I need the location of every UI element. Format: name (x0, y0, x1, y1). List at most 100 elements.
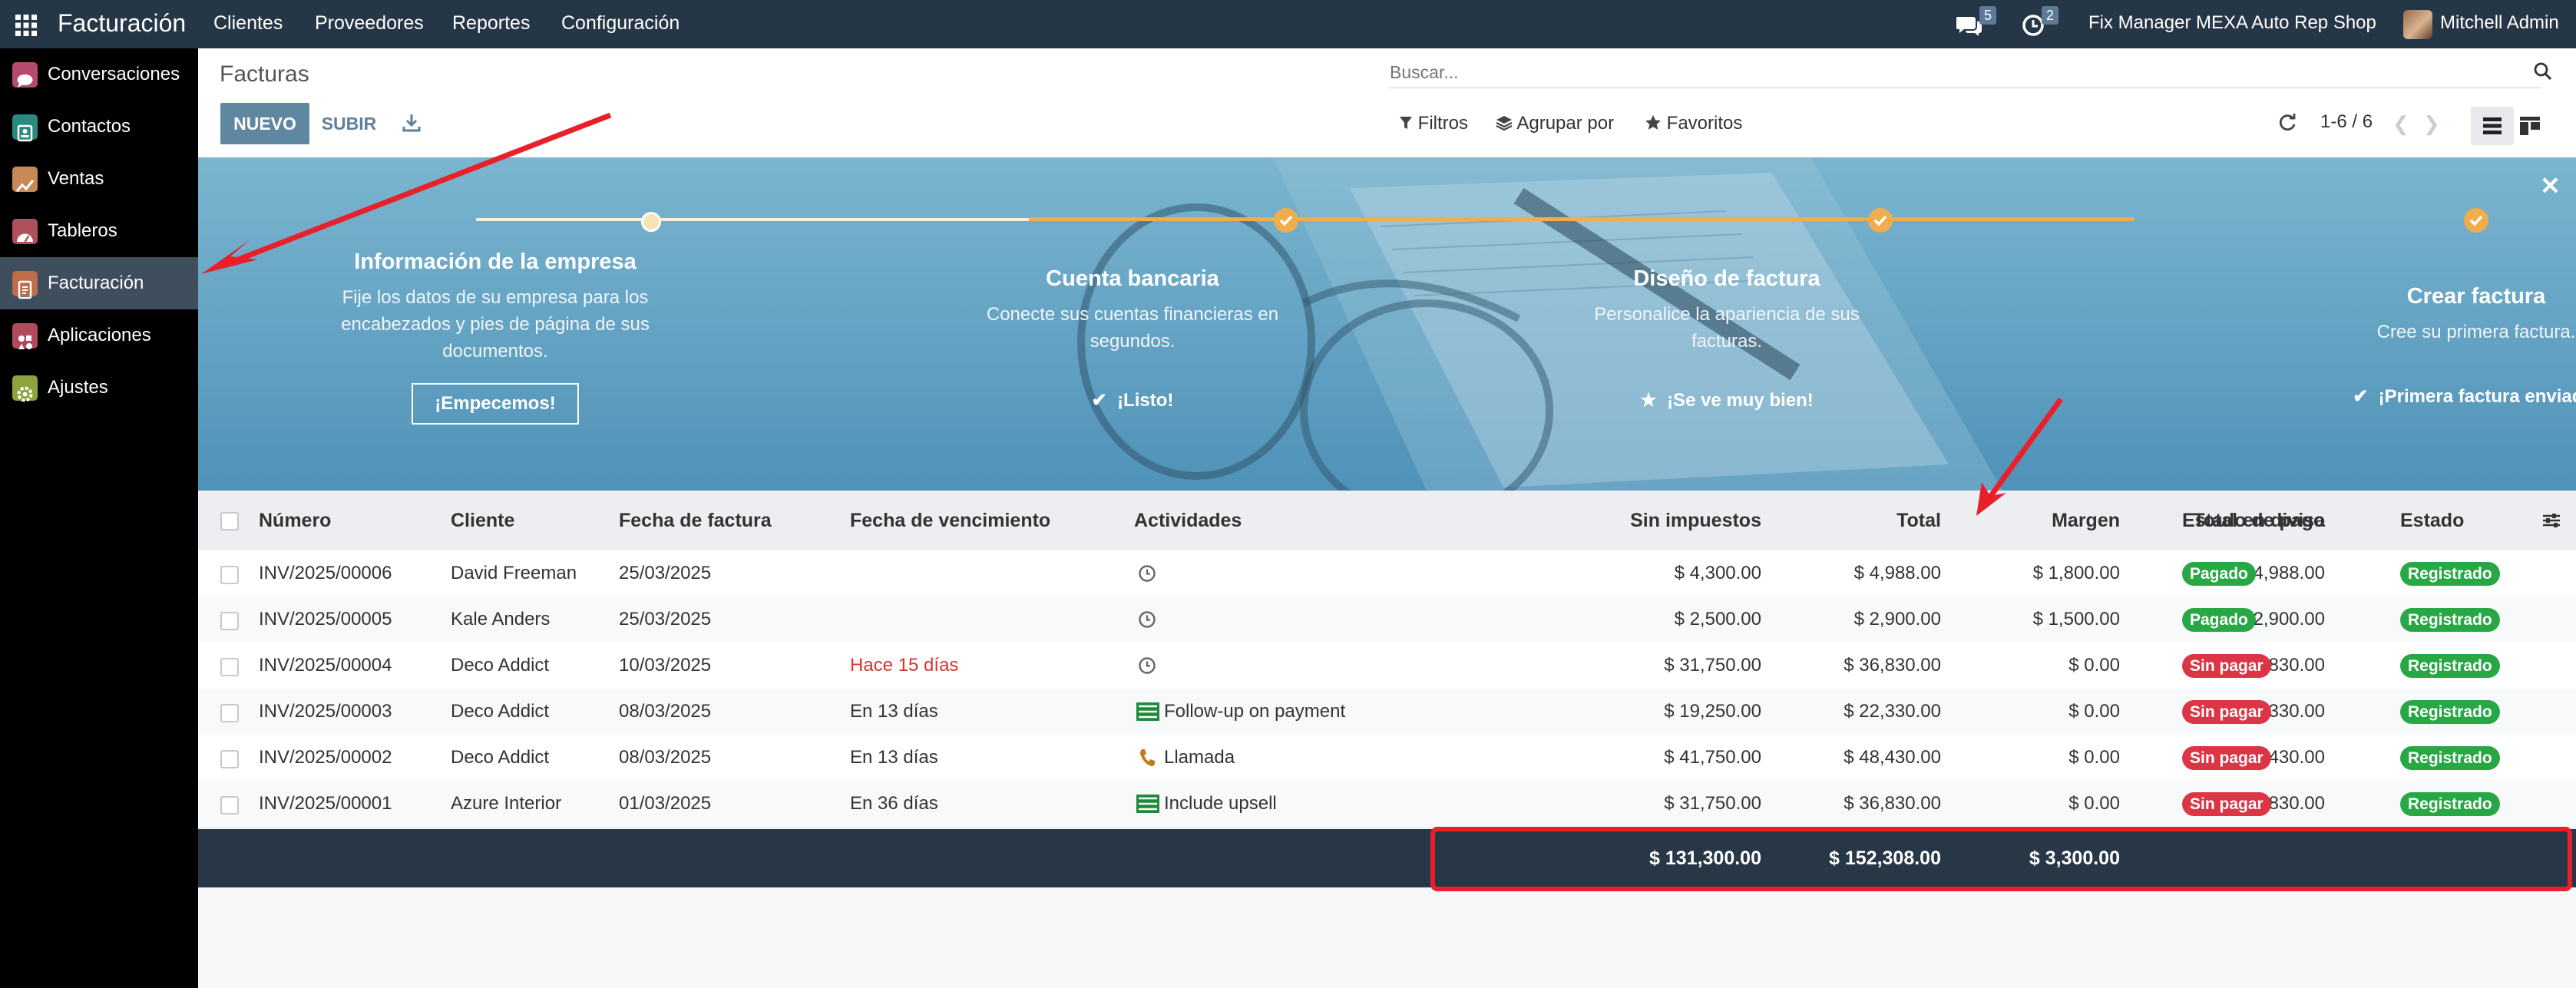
step-title-invoice: Crear factura (2406, 284, 2546, 309)
table-row[interactable]: INV/2025/00006 David Freeman 25/03/2025 $ 4… (198, 550, 2576, 597)
phone-icon[interactable] (1138, 748, 1156, 768)
refresh-icon[interactable] (2277, 112, 2297, 132)
select-all-checkbox[interactable] (220, 512, 239, 530)
cell-number: INV/2025/00004 (259, 655, 392, 676)
apps-grid-icon[interactable] (15, 15, 37, 36)
top-navbar: Facturación Clientes Proveedores Reporte… (0, 0, 2576, 48)
lets-start-button[interactable]: ¡Empecemos! (412, 383, 579, 425)
menu-configuracion[interactable]: Configuración (561, 0, 680, 48)
cell-margin: $ 0.00 (2068, 747, 2120, 768)
col-customer[interactable]: Cliente (451, 491, 514, 550)
sidebar-item-aplicaciones[interactable]: Aplicaciones (0, 309, 198, 362)
pager-value[interactable]: 1-6 / 6 (2320, 111, 2373, 133)
menu-reportes[interactable]: Reportes (452, 0, 530, 48)
col-invoice-date[interactable]: Fecha de factura (619, 491, 772, 550)
user-avatar[interactable] (2403, 10, 2432, 39)
sidebar-item-tableros[interactable]: Tableros (0, 205, 198, 257)
groupby-button[interactable]: Agrupar por (1496, 113, 1614, 134)
download-icon[interactable] (401, 112, 422, 134)
table-footer-totals: $ 131,300.00 $ 152,308.00 $ 3,300.00 (198, 829, 2576, 887)
row-checkbox[interactable] (220, 658, 239, 676)
row-checkbox[interactable] (220, 612, 239, 630)
favorites-label: Favoritos (1666, 113, 1743, 134)
todo-list-icon[interactable] (1136, 702, 1159, 721)
progress-line-done (476, 218, 1029, 221)
company-switcher[interactable]: Fix Manager MEXA Auto Rep Shop (2088, 0, 2376, 48)
new-button[interactable]: NUEVO (220, 103, 309, 144)
todo-list-icon[interactable] (1136, 795, 1159, 813)
step-title-layout: Diseño de factura (1633, 266, 1820, 291)
sidebar-item-contactos[interactable]: Contactos (0, 101, 198, 153)
cell-invoice-date: 08/03/2025 (619, 701, 712, 722)
sidebar-item-ventas[interactable]: Ventas (0, 153, 198, 205)
activity-clock-icon[interactable] (1138, 656, 1156, 675)
activity-clock-icon[interactable] (1138, 610, 1156, 629)
star-icon: ★ (1640, 390, 1668, 411)
pager-prev-icon[interactable]: ❮ (2392, 112, 2409, 136)
optional-columns-icon[interactable] (2541, 511, 2561, 530)
pager-next-icon[interactable]: ❯ (2423, 112, 2440, 136)
cell-margin: $ 0.00 (2068, 701, 2120, 722)
cell-due-date: En 13 días (850, 747, 938, 768)
col-untaxed[interactable]: Sin impuestos (1503, 491, 1761, 550)
col-number[interactable]: Número (259, 491, 331, 550)
messages-button[interactable]: 5 (1956, 6, 2002, 38)
table-row[interactable]: INV/2025/00004 Deco Addict 10/03/2025 Hace … (198, 643, 2576, 689)
step-check-icon (1868, 208, 1893, 233)
upload-button[interactable]: SUBIR (316, 103, 382, 144)
cell-activity[interactable]: Include upsell (1164, 781, 1277, 827)
sidebar-item-label: Ventas (48, 168, 104, 189)
search-input[interactable] (1388, 57, 2541, 88)
kanban-view-icon[interactable] (2520, 117, 2540, 135)
chat-icon (12, 62, 38, 88)
table-row[interactable]: INV/2025/00005 Kale Anders 25/03/2025 $ 2,5… (198, 596, 2576, 643)
cell-untaxed: $ 2,500.00 (1674, 609, 1761, 629)
col-payment-state[interactable]: Estado de pago (2182, 491, 2325, 550)
cell-customer: Deco Addict (451, 701, 550, 722)
list-view-button[interactable] (2471, 107, 2514, 145)
cell-margin: $ 1,800.00 (2032, 563, 2120, 583)
activity-clock-icon[interactable] (1138, 564, 1156, 583)
search-icon[interactable] (2533, 61, 2553, 81)
total-margin: $ 3,300.00 (2029, 848, 2120, 869)
sidebar-item-conversaciones[interactable]: Conversaciones (0, 48, 198, 101)
filters-button[interactable]: Filtros (1399, 113, 1468, 134)
row-checkbox[interactable] (220, 566, 239, 584)
cell-activity[interactable]: Follow-up on payment (1164, 689, 1345, 735)
breadcrumb[interactable]: Facturas (220, 61, 309, 88)
activities-button[interactable]: 2 (2022, 6, 2068, 38)
favorites-button[interactable]: Favoritos (1645, 113, 1742, 134)
user-menu[interactable]: Mitchell Admin (2440, 0, 2559, 48)
state-badge: Registrado (2400, 700, 2500, 724)
cell-margin: $ 1,500.00 (2032, 609, 2120, 629)
col-total[interactable]: Total (1764, 491, 1941, 550)
row-checkbox[interactable] (220, 750, 239, 768)
cell-invoice-date: 25/03/2025 (619, 609, 712, 629)
table-row[interactable]: INV/2025/00003 Deco Addict 08/03/2025 En 13… (198, 689, 2576, 735)
cell-activity[interactable]: Llamada (1164, 735, 1235, 781)
col-margin[interactable]: Margen (1949, 491, 2120, 550)
col-state[interactable]: Estado (2400, 491, 2464, 550)
table-row[interactable]: INV/2025/00002 Deco Addict 08/03/2025 En 13… (198, 735, 2576, 781)
row-checkbox[interactable] (220, 704, 239, 722)
app-title[interactable]: Facturación (58, 0, 186, 48)
table-row[interactable]: INV/2025/00001 Azure Interior 01/03/2025 En… (198, 781, 2576, 828)
col-activities[interactable]: Actividades (1134, 491, 1242, 550)
chat-bubbles-icon (1956, 17, 1982, 36)
close-icon[interactable]: ✕ (2540, 171, 2561, 200)
menu-clientes[interactable]: Clientes (213, 0, 283, 48)
row-checkbox[interactable] (220, 796, 239, 815)
col-due-date[interactable]: Fecha de vencimiento (850, 491, 1050, 550)
progress-line (1029, 217, 2135, 221)
sidebar-item-facturacion[interactable]: Facturación (0, 257, 198, 309)
onboarding-banner: Información de la empresa Fije los datos… (198, 157, 2576, 491)
sidebar-item-ajustes[interactable]: Ajustes (0, 362, 198, 414)
cell-total: $ 36,830.00 (1844, 793, 1941, 814)
sidebar-item-label: Aplicaciones (48, 325, 151, 345)
menu-proveedores[interactable]: Proveedores (315, 0, 424, 48)
state-badge: Registrado (2400, 746, 2500, 770)
step-desc-layout: Personalice la apariencia de sus factura… (1594, 304, 1860, 352)
cell-due-date: Hace 15 días (850, 655, 959, 676)
step-done-label: ¡Primera factura enviada! (2378, 386, 2576, 407)
empty-area (198, 887, 2576, 988)
